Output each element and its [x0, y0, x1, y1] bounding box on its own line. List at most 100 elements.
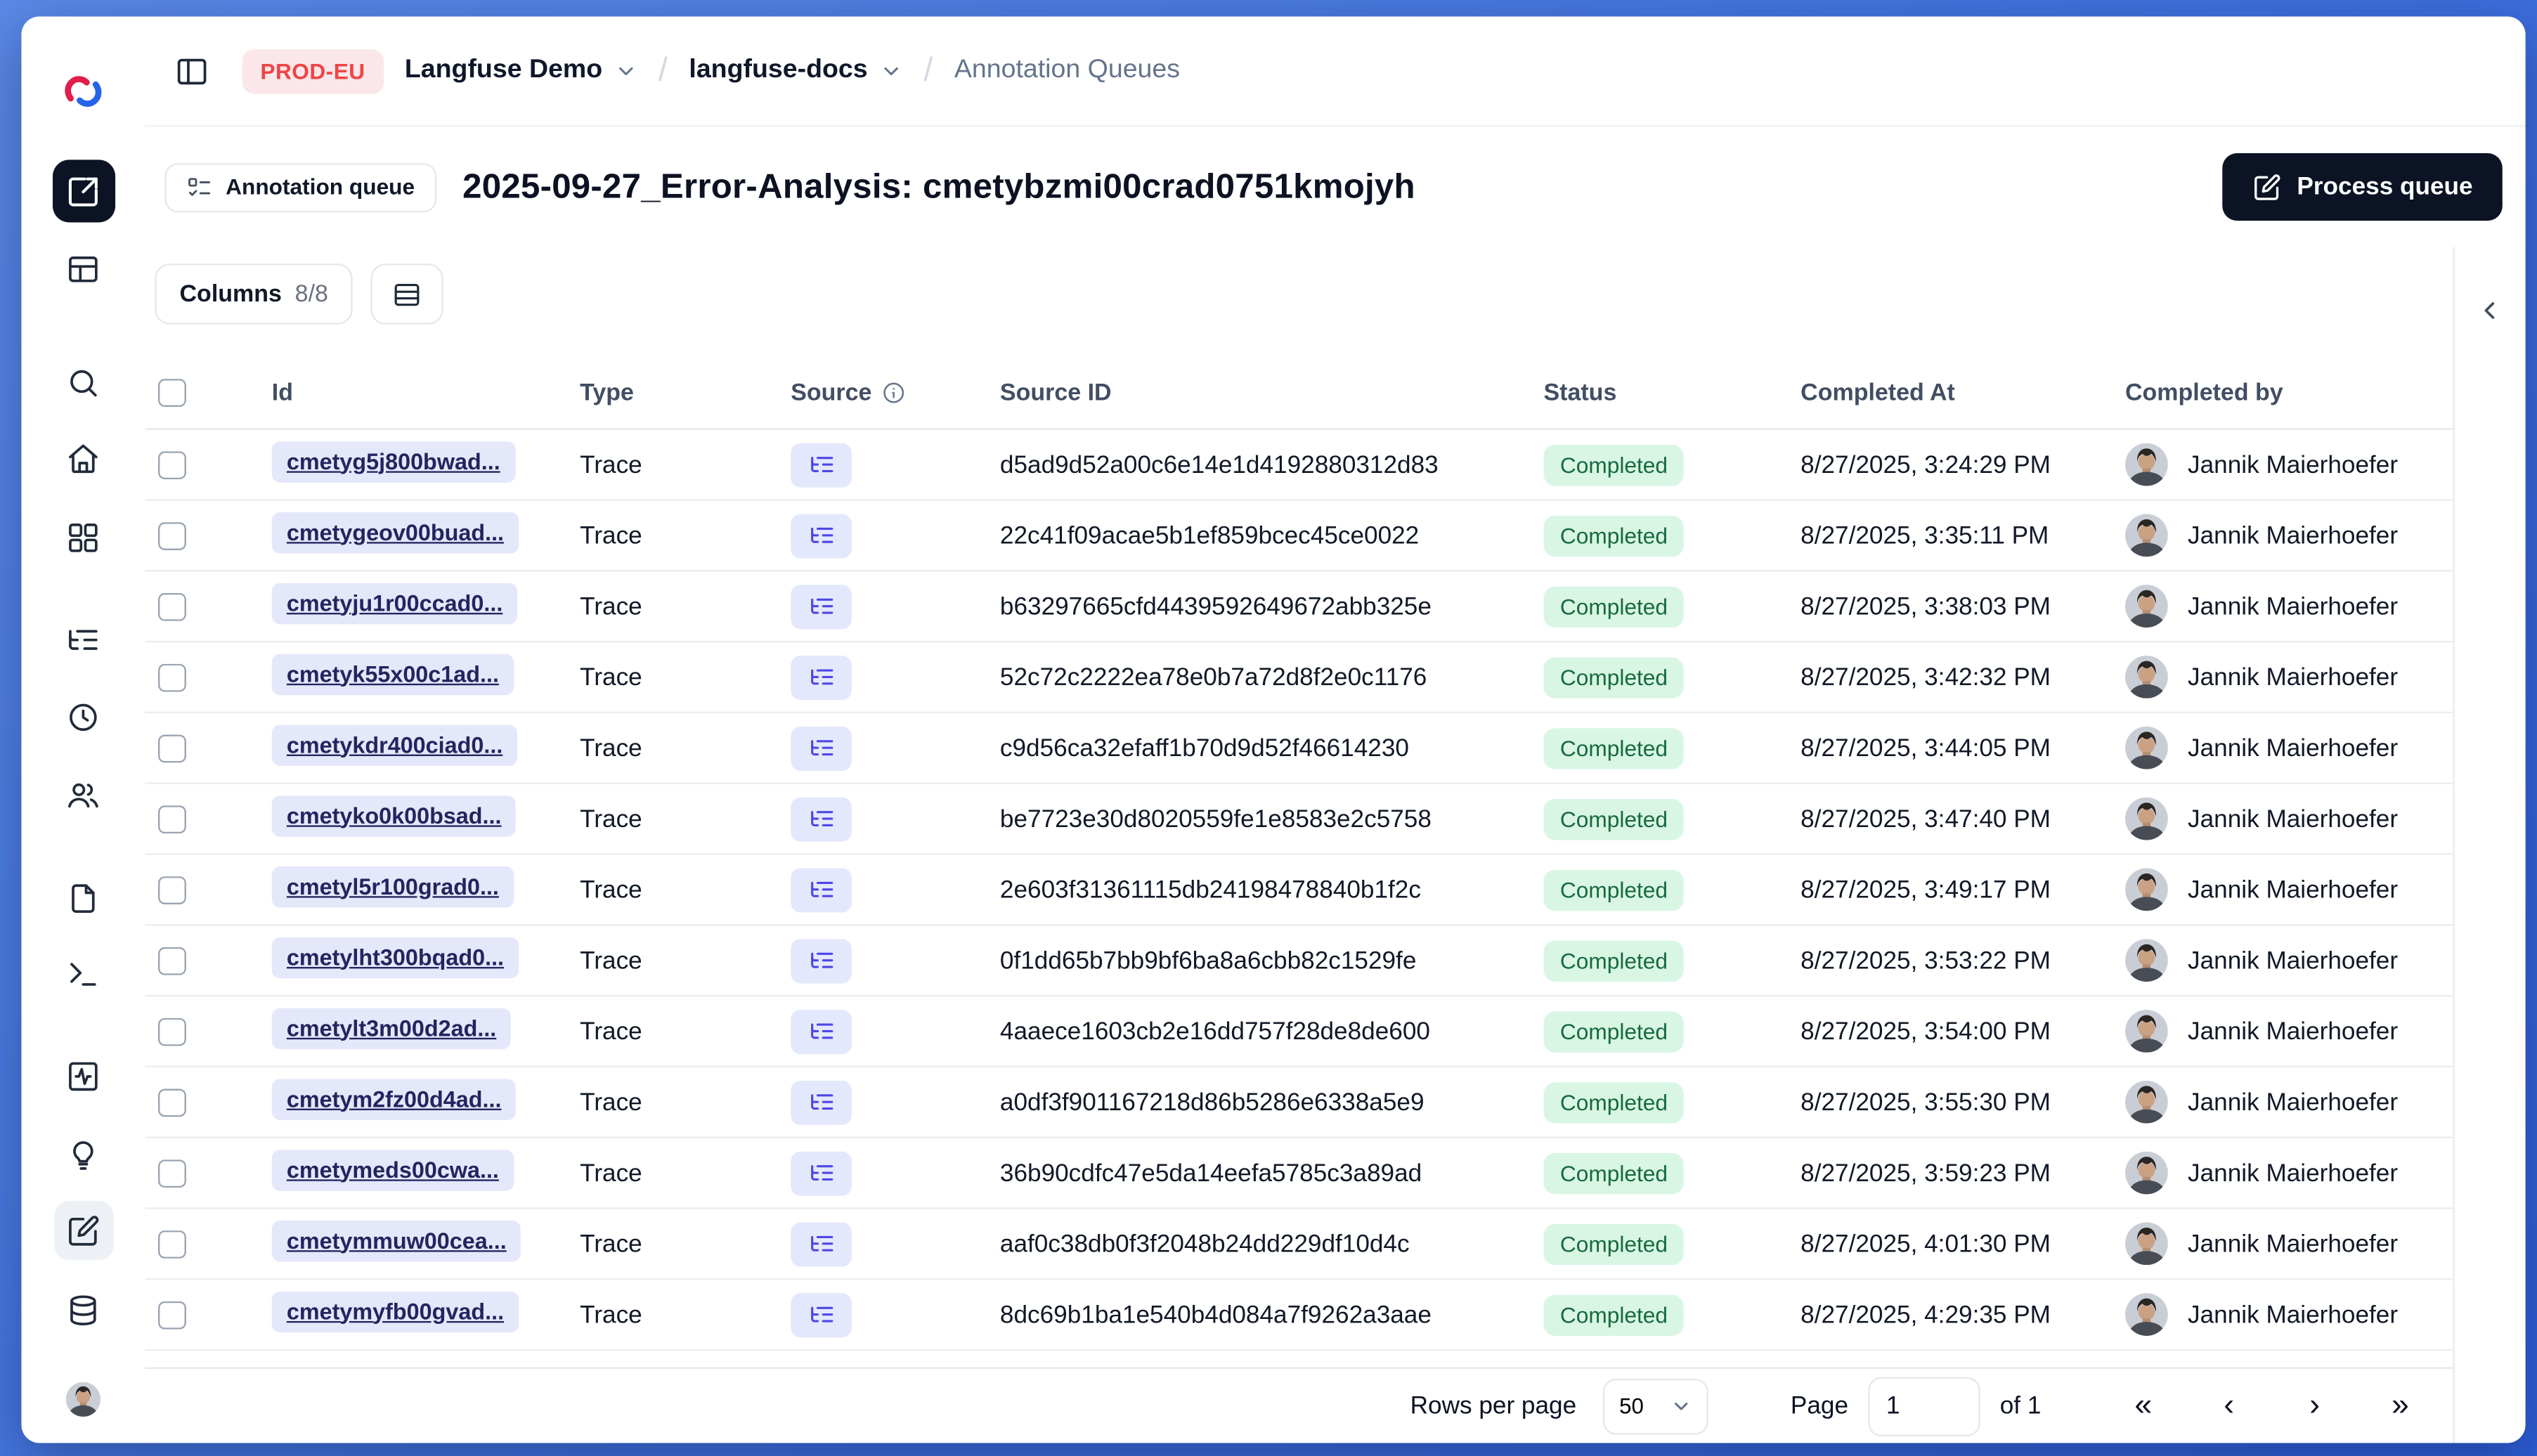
row-checkbox[interactable]: [158, 1159, 186, 1187]
source-trace-button[interactable]: [791, 1150, 852, 1195]
header-completed-at: Completed At: [1800, 379, 1955, 406]
project-selector[interactable]: langfuse-docs: [689, 56, 902, 86]
source-trace-button[interactable]: [791, 442, 852, 487]
row-checkbox[interactable]: [158, 946, 186, 975]
chevron-down-icon: [883, 67, 898, 76]
table-row[interactable]: cmetymeds00cwa... Trace 36b90cdfc47e5da1…: [145, 1138, 2453, 1209]
row-checkbox[interactable]: [158, 805, 186, 833]
row-checkbox[interactable]: [158, 734, 186, 762]
next-page-button[interactable]: ›: [2285, 1377, 2344, 1436]
source-trace-button[interactable]: [791, 584, 852, 629]
table-row[interactable]: cmetylt3m00d2ad... Trace 4aaece1603cb2e1…: [145, 996, 2453, 1068]
list-tree-icon: [810, 1235, 833, 1252]
source-trace-button[interactable]: [791, 513, 852, 558]
list-tree-icon: [810, 1023, 833, 1039]
source-trace-button[interactable]: [791, 654, 852, 700]
info-icon[interactable]: [882, 381, 907, 405]
insights-lightbulb-icon[interactable]: [53, 1125, 112, 1184]
row-checkbox[interactable]: [158, 1088, 186, 1117]
prompts-file-icon[interactable]: [53, 868, 112, 927]
table-row[interactable]: cmetymmuw00cea... Trace aaf0c38db0f3f204…: [145, 1209, 2453, 1280]
row-checkbox[interactable]: [158, 450, 186, 479]
completed-at: 8/27/2025, 3:35:11 PM: [1800, 521, 2049, 550]
expand-panel-button[interactable]: [2467, 287, 2513, 333]
source-id: 4aaece1603cb2e16dd757f28de8de600: [999, 1017, 1430, 1046]
process-queue-button[interactable]: Process queue: [2222, 153, 2503, 221]
tables-icon[interactable]: [53, 239, 112, 298]
last-page-button[interactable]: »: [2370, 1377, 2429, 1436]
table-body: cmetyg5j800bwad... Trace d5ad9d52a00c6e1…: [145, 430, 2453, 1351]
queue-item-id-link[interactable]: cmetymyfb00gvad...: [271, 1290, 519, 1332]
previous-page-button[interactable]: ‹: [2199, 1377, 2258, 1436]
row-checkbox[interactable]: [158, 1017, 186, 1046]
dashboards-icon[interactable]: [53, 507, 112, 566]
source-trace-button[interactable]: [791, 725, 852, 770]
queue-item-id-link[interactable]: cmetymmuw00cea...: [271, 1219, 521, 1261]
completed-by-avatar: [2124, 1151, 2168, 1195]
search-icon[interactable]: [53, 353, 112, 412]
status-badge: Completed: [1543, 656, 1685, 698]
table-row[interactable]: cmetyko0k00bsad... Trace be7723e30d80205…: [145, 784, 2453, 855]
sidebar-toggle-icon[interactable]: [162, 41, 221, 100]
table-row[interactable]: cmetylht300bqad0... Trace 0f1dd65b7bb9bf…: [145, 925, 2453, 997]
queue-item-id-link[interactable]: cmetylt3m00d2ad...: [271, 1007, 512, 1049]
source-trace-button[interactable]: [791, 1079, 852, 1124]
queue-item-id-link[interactable]: cmetykdr400ciad0...: [271, 724, 518, 765]
rows-per-page-select[interactable]: 50: [1602, 1377, 1708, 1434]
table-row[interactable]: cmetymyfb00gvad... Trace 8dc69b1ba1e540b…: [145, 1280, 2453, 1351]
status-badge: Completed: [1543, 443, 1685, 486]
row-checkbox[interactable]: [158, 875, 186, 904]
user-avatar[interactable]: [57, 1372, 110, 1425]
queue-item-id-link[interactable]: cmetyju1r00ccad0...: [271, 582, 518, 624]
select-all-checkbox[interactable]: [158, 379, 186, 408]
first-page-button[interactable]: «: [2114, 1377, 2173, 1436]
table-row[interactable]: cmetyju1r00ccad0... Trace b63297665cfd44…: [145, 571, 2453, 643]
table-row[interactable]: cmetyg5j800bwad... Trace d5ad9d52a00c6e1…: [145, 430, 2453, 501]
row-checkbox[interactable]: [158, 1300, 186, 1329]
source-trace-button[interactable]: [791, 937, 852, 983]
row-checkbox[interactable]: [158, 592, 186, 620]
queue-item-id-link[interactable]: cmetym2fz00d4ad...: [271, 1078, 517, 1119]
row-height-button[interactable]: [370, 264, 444, 325]
table-row[interactable]: cmetyk55x00c1ad... Trace 52c72c2222ea78e…: [145, 642, 2453, 714]
source-trace-button[interactable]: [791, 1221, 852, 1266]
org-name: Langfuse Demo: [404, 56, 603, 84]
completed-at: 8/27/2025, 3:55:30 PM: [1800, 1088, 2051, 1117]
source-trace-button[interactable]: [791, 1008, 852, 1054]
queue-item-id-link[interactable]: cmetyl5r100grad0...: [271, 865, 514, 907]
page-number-input[interactable]: 1: [1868, 1376, 1980, 1436]
open-external-icon[interactable]: [51, 160, 115, 223]
evaluations-chart-icon[interactable]: [53, 1046, 112, 1105]
queue-item-id-link[interactable]: cmetyg5j800bwad...: [271, 441, 515, 482]
langfuse-logo-icon[interactable]: [53, 61, 112, 120]
table-row[interactable]: cmetym2fz00d4ad... Trace a0df3f901167218…: [145, 1067, 2453, 1138]
table-footer: Rows per page 50 Page 1 of 1 « ‹ › »: [145, 1367, 2453, 1443]
status-badge: Completed: [1543, 1294, 1685, 1335]
sessions-clock-icon[interactable]: [53, 687, 112, 746]
queue-item-id-link[interactable]: cmetylht300bqad0...: [271, 936, 519, 978]
table-row[interactable]: cmetyl5r100grad0... Trace 2e603f31361115…: [145, 855, 2453, 926]
queue-item-id-link[interactable]: cmetyk55x00c1ad...: [271, 653, 514, 695]
terminal-icon[interactable]: [53, 944, 112, 1003]
table-row[interactable]: cmetykdr400ciad0... Trace c9d56ca32efaff…: [145, 713, 2453, 784]
row-checkbox[interactable]: [158, 521, 186, 550]
home-icon[interactable]: [53, 428, 112, 487]
columns-button[interactable]: Columns 8/8: [155, 264, 353, 325]
queue-item-id-link[interactable]: cmetygeov00buad...: [271, 511, 519, 553]
source-trace-button[interactable]: [791, 1292, 852, 1337]
row-checkbox[interactable]: [158, 663, 186, 691]
source-trace-button[interactable]: [791, 796, 852, 841]
table-row[interactable]: cmetygeov00buad... Trace 22c41f09acae5b1…: [145, 501, 2453, 572]
traces-icon[interactable]: [53, 609, 112, 668]
annotation-queues-icon[interactable]: [53, 1200, 113, 1261]
org-selector[interactable]: Langfuse Demo: [405, 56, 637, 86]
queue-item-id-link[interactable]: cmetymeds00cwa...: [271, 1149, 514, 1190]
queue-item-id-link[interactable]: cmetyko0k00bsad...: [271, 795, 517, 836]
users-icon[interactable]: [53, 765, 112, 824]
completed-by-avatar: [2124, 1293, 2168, 1337]
row-checkbox[interactable]: [158, 1229, 186, 1258]
source-id: 52c72c2222ea78e0b7a72d8f2e0c1176: [999, 663, 1427, 691]
completed-at: 8/27/2025, 3:42:32 PM: [1800, 663, 2051, 691]
datasets-database-icon[interactable]: [53, 1280, 112, 1339]
source-trace-button[interactable]: [791, 867, 852, 912]
